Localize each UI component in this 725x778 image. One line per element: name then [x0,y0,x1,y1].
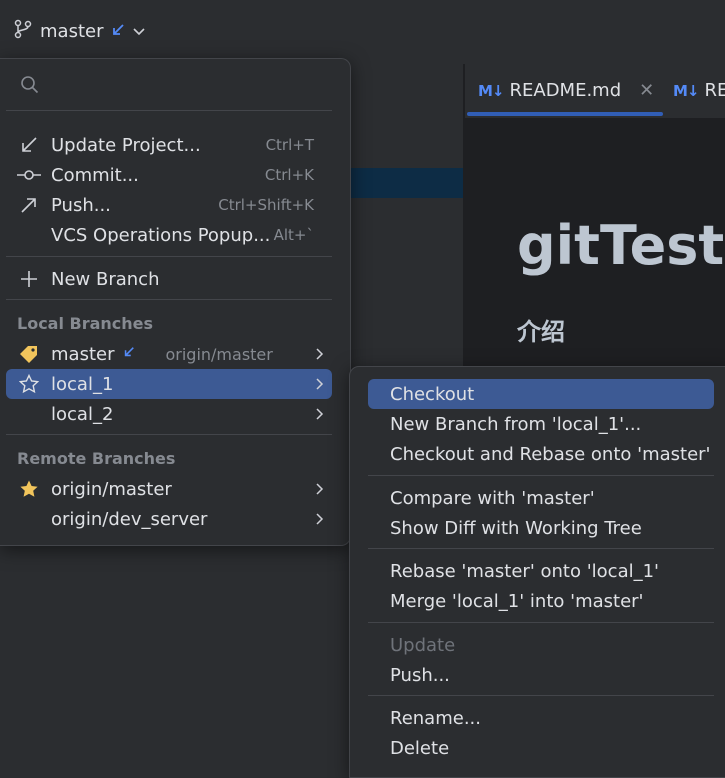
vcs-operations-item[interactable]: VCS Operations Popup... Alt+` [6,220,332,250]
delete-item[interactable]: Delete [368,733,714,763]
tab-label: RE [705,80,725,101]
branch-item-origin-master[interactable]: origin/master [6,474,332,504]
chevron-down-icon [133,21,145,42]
star-filled-icon [17,479,41,499]
preview-heading-2: 介绍 [517,312,565,347]
checkout-item[interactable]: Checkout [368,379,714,409]
active-tab-indicator [467,112,663,116]
branch-item-master[interactable]: master origin/master [6,339,332,369]
incoming-arrow-icon [111,21,125,42]
remote-branches-header: Remote Branches [17,449,175,468]
rebase-item[interactable]: Rebase 'master' onto 'local_1' [368,556,714,586]
incoming-arrow-icon [123,342,135,363]
push-item[interactable]: Push... Ctrl+Shift+K [6,190,332,220]
close-icon[interactable]: ✕ [639,80,654,101]
local-branches-header: Local Branches [17,314,153,333]
branch-icon [14,19,32,44]
merge-item[interactable]: Merge 'local_1' into 'master' [368,586,714,616]
markdown-icon: M↓ [478,82,504,100]
show-diff-item[interactable]: Show Diff with Working Tree [368,513,714,543]
preview-heading-1: gitTest [517,214,724,277]
chevron-right-icon [316,404,324,425]
compare-with-item[interactable]: Compare with 'master' [368,483,714,513]
update-project-item[interactable]: Update Project... Ctrl+T [6,130,332,160]
search-input[interactable] [50,71,334,101]
chevron-right-icon [316,479,324,500]
branch-item-local-1[interactable]: local_1 [6,369,332,399]
branch-item-local-2[interactable]: local_2 [6,399,332,429]
plus-icon [17,270,41,288]
branch-widget[interactable]: master [14,16,145,46]
chevron-right-icon [316,374,324,395]
git-branches-popup: Update Project... Ctrl+T Commit... Ctrl+… [0,58,351,546]
new-branch-from-item[interactable]: New Branch from 'local_1'... [368,409,714,439]
push-arrow-icon [17,196,41,214]
update-item: Update [368,630,714,660]
branch-name: master [40,21,103,42]
chevron-right-icon [316,344,324,365]
tree-selection-strip [350,168,463,198]
new-branch-item[interactable]: New Branch [6,264,332,294]
tab-second[interactable]: M↓ RE [673,80,725,101]
update-arrow-icon [17,136,41,154]
chevron-right-icon [316,509,324,530]
tag-icon [17,345,41,363]
push-branch-item[interactable]: Push... [368,660,714,690]
commit-item[interactable]: Commit... Ctrl+K [6,160,332,190]
commit-icon [17,168,41,182]
tab-readme[interactable]: M↓ README.md ✕ [478,80,654,101]
search-icon [20,75,40,99]
editor-tab-bar: M↓ README.md ✕ M↓ RE [465,64,725,119]
tab-label: README.md [510,80,622,101]
rename-item[interactable]: Rename... [368,703,714,733]
checkout-and-rebase-item[interactable]: Checkout and Rebase onto 'master' [368,439,714,469]
star-outline-icon [17,374,41,394]
branch-item-origin-dev-server[interactable]: origin/dev_server [6,504,332,534]
markdown-icon: M↓ [673,82,699,100]
